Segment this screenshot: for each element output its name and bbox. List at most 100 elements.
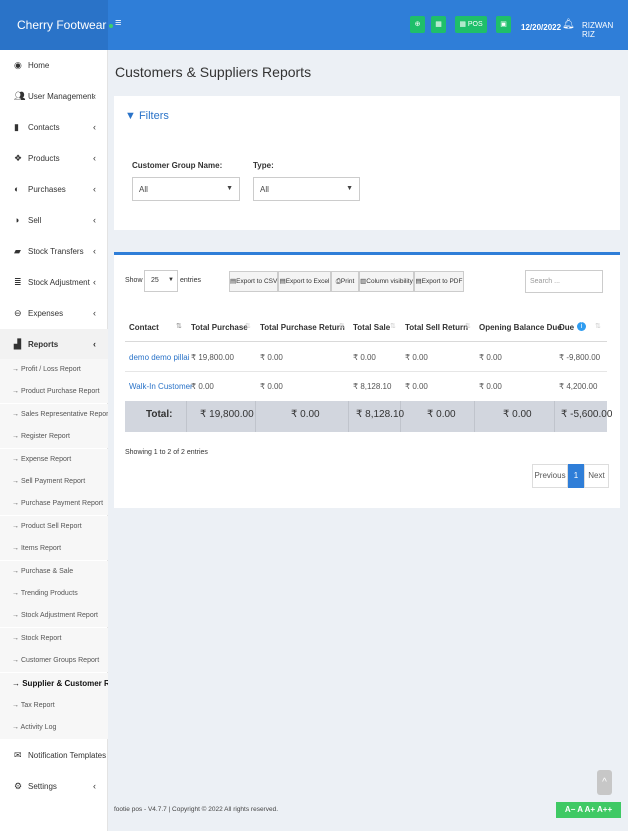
total-purchase-return-sum: ₹ 0.00: [291, 409, 320, 420]
page-length-select[interactable]: 25 ▼: [144, 270, 178, 292]
chevron-left-icon: ‹: [93, 277, 96, 287]
col-divider: [554, 401, 555, 432]
sidebar-subitem[interactable]: → Customer Groups Report: [0, 650, 108, 673]
sidebar-subitem[interactable]: → Product Purchase Report: [0, 381, 108, 404]
sidebar-item-settings[interactable]: ⚙ Settings ‹: [0, 771, 108, 802]
sort-icon: ⇅: [465, 323, 471, 330]
sidebar-subitem[interactable]: → Trending Products: [0, 583, 108, 605]
chevron-left-icon: ‹: [93, 122, 96, 132]
export-csv-button[interactable]: ▤Export to CSV: [229, 271, 278, 292]
sort-icon: ⇅: [595, 323, 601, 330]
sidebar-toggle-icon[interactable]: ≡: [115, 17, 121, 29]
pagination-page-1[interactable]: 1: [568, 464, 584, 488]
envelope-icon: ✉: [14, 750, 22, 760]
table-info: Showing 1 to 2 of 2 entries: [125, 449, 208, 456]
bell-icon[interactable]: 🔔︎: [562, 19, 575, 30]
current-date: 12/20/2022: [521, 23, 562, 32]
arrow-circle-down-icon: ◐: [14, 184, 20, 194]
sidebar-item-contacts[interactable]: ▮ Contacts ‹: [0, 112, 108, 143]
sidebar-item-notification-templates[interactable]: ✉ Notification Templates: [0, 740, 108, 771]
due-sum: ₹ -5,600.00: [561, 409, 613, 420]
sidebar-subitem[interactable]: → Register Report: [0, 426, 108, 449]
column-visibility-button[interactable]: ▥Column visibility: [359, 271, 414, 292]
search-input[interactable]: Search ...: [525, 270, 603, 293]
sidebar-item-home[interactable]: ◉ Home: [0, 50, 108, 81]
chevron-left-icon: ‹: [93, 781, 96, 791]
cell-total-purchase: ₹ 19,800.00: [191, 353, 234, 362]
sidebar-subitem[interactable]: → Stock Report: [0, 627, 108, 650]
col-divider: [348, 401, 349, 432]
cell-opening-balance-due: ₹ 0.00: [479, 382, 502, 391]
sidebar-item-expenses[interactable]: ⊖ Expenses ‹: [0, 298, 108, 329]
pagination-previous[interactable]: Previous: [532, 464, 568, 488]
sidebar-item-label: User Management: [28, 92, 94, 101]
print-button[interactable]: ⎙Print: [331, 271, 359, 292]
sidebar-subitem[interactable]: → Purchase Payment Report: [0, 493, 108, 516]
col-header-contact[interactable]: Contact: [129, 323, 159, 332]
brand-logo[interactable]: Cherry Footwear: [0, 0, 114, 50]
pos-button[interactable]: ▦ POS: [455, 16, 487, 33]
column-visibility-label: Column visibility: [366, 278, 413, 285]
filter-icon: ▼: [125, 110, 136, 122]
calculator-icon-button[interactable]: ▦: [431, 16, 446, 33]
box-top-border: [114, 252, 620, 255]
sidebar-item-label: Contacts: [28, 123, 60, 132]
sidebar-item-stock-transfers[interactable]: ▰ Stock Transfers ‹: [0, 236, 108, 267]
sidebar-subitem[interactable]: → Sales Representative Report: [0, 403, 108, 426]
type-select[interactable]: All ▼: [253, 177, 360, 201]
sidebar-item-label: Notification Templates: [28, 751, 107, 760]
sidebar-item-sell[interactable]: ◑ Sell ‹: [0, 205, 108, 236]
cell-total-purchase: ₹ 0.00: [191, 382, 214, 391]
scroll-to-top-button[interactable]: ^: [597, 770, 612, 795]
address-book-icon: ▮: [14, 122, 19, 132]
user-menu[interactable]: RIZWAN RIZ: [582, 21, 628, 39]
sidebar-subitem[interactable]: → Items Report: [0, 538, 108, 561]
font-size-controls[interactable]: A− A A+ A++: [556, 802, 621, 818]
add-icon-button[interactable]: ⊕: [410, 16, 425, 33]
col-header-total-purchase-return[interactable]: Total Purchase Return: [260, 323, 345, 332]
sort-icon: ⇅: [339, 323, 345, 330]
pagination-next[interactable]: Next: [584, 464, 609, 488]
users-icon: 👥︎: [14, 91, 26, 101]
sidebar-item-stock-adjustment[interactable]: ≣ Stock Adjustment ‹: [0, 267, 108, 298]
register-icon-button[interactable]: ▣: [496, 16, 511, 33]
export-excel-button[interactable]: ▤Export to Excel: [278, 271, 331, 292]
sidebar-subitem[interactable]: → Expense Report: [0, 448, 108, 471]
sidebar-item-products[interactable]: ❖ Products ‹: [0, 143, 108, 174]
contact-link[interactable]: demo demo pillai: [129, 353, 189, 362]
col-header-total-purchase[interactable]: Total Purchase: [191, 323, 248, 332]
sidebar-subitem[interactable]: → Product Sell Report: [0, 515, 108, 538]
chevron-down-icon: ▼: [168, 277, 174, 283]
export-excel-label: Export to Excel: [285, 278, 330, 285]
pos-label: POS: [467, 21, 483, 28]
customer-group-value: All: [139, 185, 148, 194]
info-icon[interactable]: i: [577, 322, 586, 331]
truck-icon: ▰: [14, 246, 21, 256]
sidebar-subitem[interactable]: → Purchase & Sale: [0, 560, 108, 583]
sidebar-item-reports[interactable]: ▟ Reports ‹: [0, 329, 108, 360]
export-pdf-button[interactable]: ▤Export to PDF: [414, 271, 464, 292]
header-divider: [125, 341, 607, 342]
sidebar-item-purchases[interactable]: ◐ Purchases ‹: [0, 174, 108, 205]
sidebar-subitem[interactable]: → Stock Adjustment Report: [0, 605, 108, 628]
filters-toggle[interactable]: ▼ Filters: [125, 110, 169, 122]
sidebar-item-user-management[interactable]: 👥︎ User Management ‹: [0, 81, 108, 112]
sidebar-item-label: Stock Transfers: [28, 247, 84, 256]
sidebar-subitem[interactable]: → Activity Log: [0, 717, 108, 740]
customer-group-select[interactable]: All ▼: [132, 177, 240, 201]
cell-opening-balance-due: ₹ 0.00: [479, 353, 502, 362]
cell-total-sell-return: ₹ 0.00: [405, 382, 428, 391]
sidebar-subitem[interactable]: → Tax Report: [0, 695, 108, 717]
sidebar-subitem[interactable]: → Sell Payment Report: [0, 471, 108, 493]
chevron-left-icon: ‹: [93, 91, 96, 101]
col-header-total-sell-return[interactable]: Total Sell Return: [405, 323, 468, 332]
col-header-due[interactable]: Due: [559, 323, 574, 332]
col-header-total-sale[interactable]: Total Sale: [353, 323, 390, 332]
brand-name: Cherry Footwear: [17, 18, 107, 32]
sort-icon: ⇅: [390, 323, 396, 330]
sidebar-subitem[interactable]: → Profit / Loss Report: [0, 359, 108, 381]
col-header-opening-balance-due[interactable]: Opening Balance Due: [479, 323, 562, 332]
cell-due: ₹ -9,800.00: [559, 353, 601, 362]
sidebar-subitem[interactable]: → Supplier & Customer Rep: [0, 672, 108, 695]
contact-link[interactable]: Walk-In Customer: [129, 382, 193, 391]
